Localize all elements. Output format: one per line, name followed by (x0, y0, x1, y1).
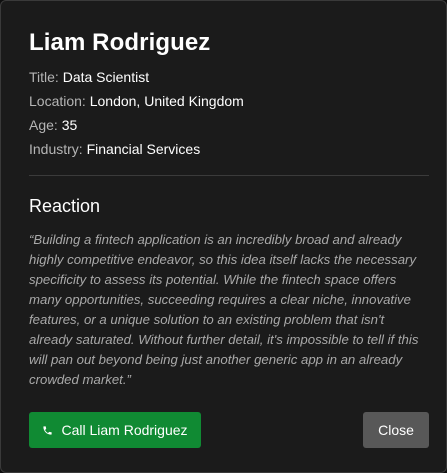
persona-card: Liam Rodriguez Title: Data Scientist Loc… (0, 0, 447, 473)
industry-field: Industry: Financial Services (29, 140, 200, 158)
title-field: Title: Data Scientist (29, 68, 149, 86)
age-field: Age: 35 (29, 116, 77, 134)
industry-label: Industry: (29, 141, 83, 157)
close-button[interactable]: Close (363, 412, 429, 448)
title-label: Title: (29, 69, 59, 85)
location-label: Location: (29, 93, 86, 109)
location-field: Location: London, United Kingdom (29, 92, 244, 110)
section-divider (29, 175, 429, 176)
call-button-label: Call Liam Rodriguez (61, 422, 188, 438)
call-button[interactable]: Call Liam Rodriguez (29, 412, 201, 448)
industry-value: Financial Services (86, 141, 201, 157)
phone-icon (42, 425, 53, 436)
title-value: Data Scientist (62, 69, 150, 85)
reaction-quote: “Building a fintech application is an in… (29, 232, 419, 387)
age-value: 35 (61, 117, 78, 133)
age-label: Age: (29, 117, 58, 133)
reaction-heading: Reaction (29, 196, 101, 216)
location-value: London, United Kingdom (89, 93, 244, 109)
persona-name: Liam Rodriguez (29, 29, 211, 56)
